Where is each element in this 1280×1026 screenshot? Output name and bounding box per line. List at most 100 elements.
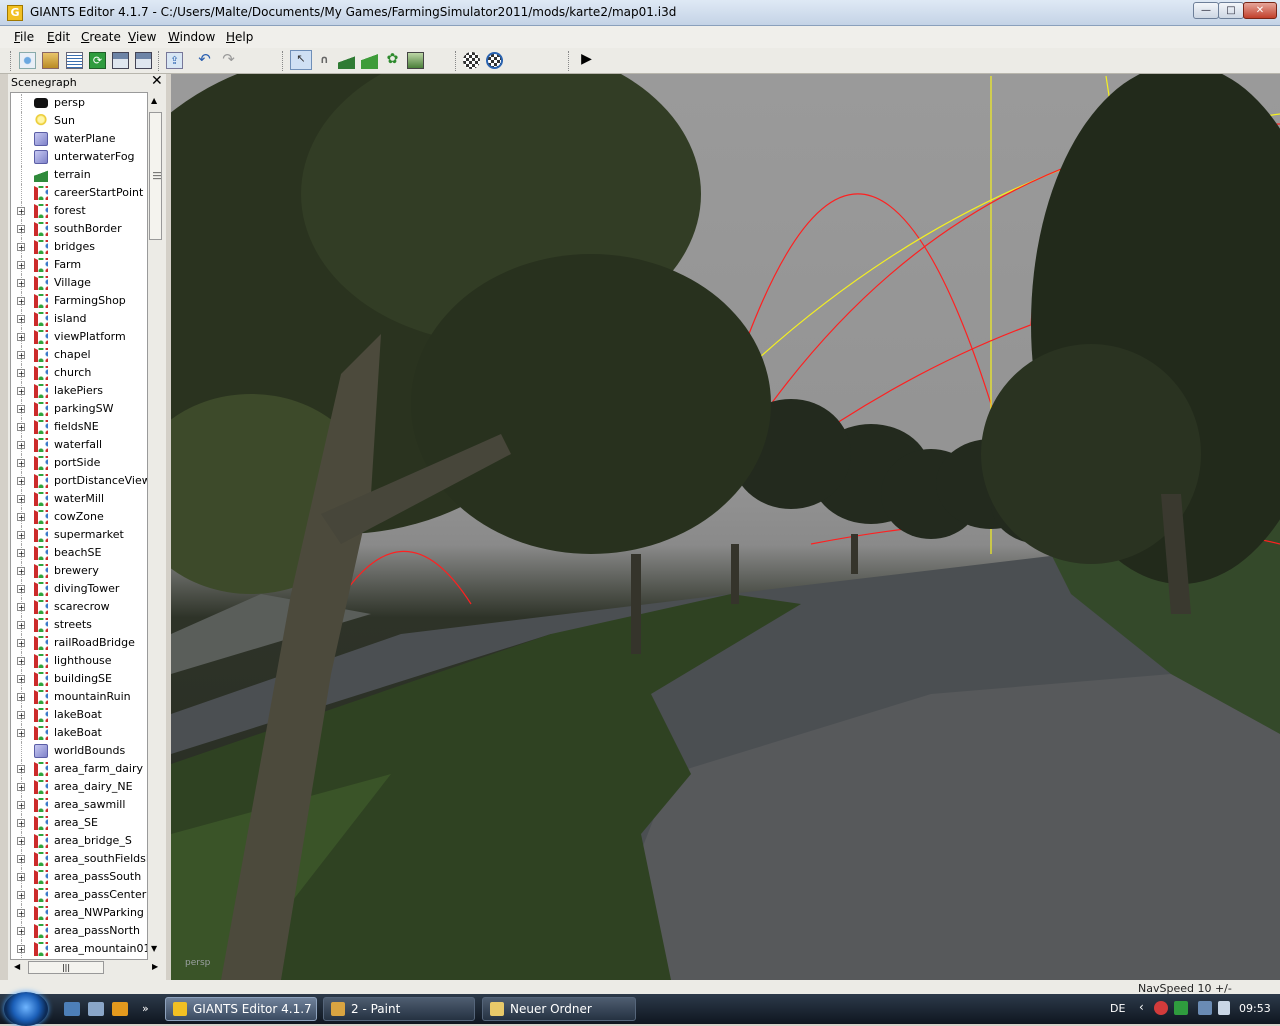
- tree-item[interactable]: + portSide: [11, 454, 147, 472]
- switch-windows-icon[interactable]: [88, 1002, 104, 1016]
- expand-node-icon[interactable]: +: [17, 927, 25, 936]
- tree-item[interactable]: + cowZone: [11, 508, 147, 526]
- expand-node-icon[interactable]: +: [17, 909, 25, 918]
- tree-item[interactable]: + area_sawmill: [11, 796, 147, 814]
- tree-item[interactable]: + area_SE: [11, 814, 147, 832]
- maximize-button[interactable]: □: [1218, 2, 1244, 19]
- redo-icon[interactable]: ↷: [220, 52, 237, 69]
- expand-node-icon[interactable]: +: [17, 441, 25, 450]
- tree-item[interactable]: persp: [11, 94, 147, 112]
- tree-item[interactable]: + area_farm_dairy: [11, 760, 147, 778]
- taskbar-button[interactable]: GIANTS Editor 4.1.7 ...: [165, 997, 317, 1021]
- expand-node-icon[interactable]: +: [17, 207, 25, 216]
- taskbar-button[interactable]: Neuer Ordner: [482, 997, 636, 1021]
- tree-item[interactable]: + forest: [11, 202, 147, 220]
- tree-item[interactable]: worldBounds: [11, 742, 147, 760]
- expand-node-icon[interactable]: +: [17, 531, 25, 540]
- scroll-down-arrow-icon[interactable]: ▼: [151, 944, 157, 953]
- scenegraph-tree[interactable]: persp Sun waterPlane unterwaterFog terrain ca…: [10, 92, 148, 960]
- vertical-scroll-thumb[interactable]: ― ― ―: [149, 112, 162, 240]
- foliage-paint-icon[interactable]: ✿: [384, 52, 401, 69]
- expand-node-icon[interactable]: +: [17, 675, 25, 684]
- tree-item[interactable]: + area_dairy_NE: [11, 778, 147, 796]
- expand-node-icon[interactable]: +: [17, 423, 25, 432]
- tree-item[interactable]: + area_southFieldsN: [11, 850, 147, 868]
- tree-item[interactable]: + area_passSouth: [11, 868, 147, 886]
- open-folder-icon[interactable]: [42, 52, 59, 69]
- tree-item[interactable]: + beachSE: [11, 544, 147, 562]
- tray-expand-icon[interactable]: ‹: [1139, 1000, 1144, 1014]
- tree-item[interactable]: + island: [11, 310, 147, 328]
- expand-node-icon[interactable]: +: [17, 243, 25, 252]
- menu-view[interactable]: View: [128, 30, 156, 44]
- expand-node-icon[interactable]: +: [17, 333, 25, 342]
- menu-help[interactable]: Help: [226, 30, 253, 44]
- tree-item[interactable]: + area_passCenter: [11, 886, 147, 904]
- expand-node-icon[interactable]: +: [17, 603, 25, 612]
- tree-item[interactable]: + railRoadBridge: [11, 634, 147, 652]
- tree-item[interactable]: + chapel: [11, 346, 147, 364]
- terrain-detail-icon[interactable]: [407, 52, 424, 69]
- expand-node-icon[interactable]: +: [17, 549, 25, 558]
- tree-item[interactable]: + lakePiers: [11, 382, 147, 400]
- terrain-sculpt-icon[interactable]: [338, 52, 355, 69]
- expand-node-icon[interactable]: +: [17, 225, 25, 234]
- expand-node-icon[interactable]: +: [17, 387, 25, 396]
- tree-item[interactable]: + supermarket: [11, 526, 147, 544]
- tree-item[interactable]: + waterfall: [11, 436, 147, 454]
- tree-item[interactable]: waterPlane: [11, 130, 147, 148]
- tree-item[interactable]: + FarmingShop: [11, 292, 147, 310]
- network-tray-icon[interactable]: [1174, 1001, 1188, 1015]
- devices-tray-icon[interactable]: [1198, 1001, 1212, 1015]
- tree-item[interactable]: + mountainRuin: [11, 688, 147, 706]
- tree-item[interactable]: + lakeBoat: [11, 706, 147, 724]
- play-icon[interactable]: ▶: [578, 52, 595, 69]
- expand-node-icon[interactable]: +: [17, 891, 25, 900]
- language-indicator[interactable]: DE: [1110, 1002, 1125, 1015]
- refresh-icon[interactable]: ⟳: [89, 52, 106, 69]
- tree-horizontal-scrollbar[interactable]: ◀ ||| ▶: [10, 960, 164, 976]
- tree-item[interactable]: + southBorder: [11, 220, 147, 238]
- menu-edit[interactable]: Edit: [47, 30, 70, 44]
- expand-node-icon[interactable]: +: [17, 837, 25, 846]
- start-button[interactable]: [4, 992, 48, 1026]
- tree-item[interactable]: + Village: [11, 274, 147, 292]
- expand-node-icon[interactable]: +: [17, 945, 25, 954]
- menu-create[interactable]: Create: [81, 30, 121, 44]
- tree-item[interactable]: + bridges: [11, 238, 147, 256]
- scroll-up-arrow-icon[interactable]: ▲: [151, 96, 157, 105]
- tree-item[interactable]: + portDistanceView: [11, 472, 147, 490]
- show-desktop-icon[interactable]: [64, 1002, 80, 1016]
- menu-window[interactable]: Window: [168, 30, 215, 44]
- tree-item[interactable]: Sun: [11, 112, 147, 130]
- expand-node-icon[interactable]: +: [17, 567, 25, 576]
- undo-icon[interactable]: ↶: [196, 52, 213, 69]
- menu-file[interactable]: File: [14, 30, 34, 44]
- expand-node-icon[interactable]: +: [17, 459, 25, 468]
- tree-item[interactable]: + waterMill: [11, 490, 147, 508]
- expand-node-icon[interactable]: +: [17, 261, 25, 270]
- expand-node-icon[interactable]: +: [17, 801, 25, 810]
- tree-item[interactable]: + buildingSE: [11, 670, 147, 688]
- volume-tray-icon[interactable]: [1218, 1001, 1230, 1015]
- 3d-viewport[interactable]: persp: [171, 74, 1280, 980]
- tree-item[interactable]: + parkingSW: [11, 400, 147, 418]
- tree-item[interactable]: + divingTower: [11, 580, 147, 598]
- import-icon[interactable]: ⇪: [166, 52, 183, 69]
- expand-node-icon[interactable]: +: [17, 351, 25, 360]
- expand-node-icon[interactable]: +: [17, 279, 25, 288]
- expand-node-icon[interactable]: +: [17, 315, 25, 324]
- terrain-paint-icon[interactable]: [361, 52, 378, 69]
- select-tool-icon[interactable]: ↖: [290, 50, 312, 70]
- tree-item[interactable]: + lakeBoat: [11, 724, 147, 742]
- taskbar-clock[interactable]: 09:53: [1239, 1002, 1271, 1015]
- tree-item[interactable]: + scarecrow: [11, 598, 147, 616]
- expand-node-icon[interactable]: +: [17, 477, 25, 486]
- magnet-icon[interactable]: ∩: [316, 52, 333, 69]
- tree-item[interactable]: terrain: [11, 166, 147, 184]
- expand-node-icon[interactable]: +: [17, 495, 25, 504]
- tree-item[interactable]: + viewPlatform: [11, 328, 147, 346]
- expand-node-icon[interactable]: +: [17, 783, 25, 792]
- expand-node-icon[interactable]: +: [17, 711, 25, 720]
- expand-node-icon[interactable]: +: [17, 297, 25, 306]
